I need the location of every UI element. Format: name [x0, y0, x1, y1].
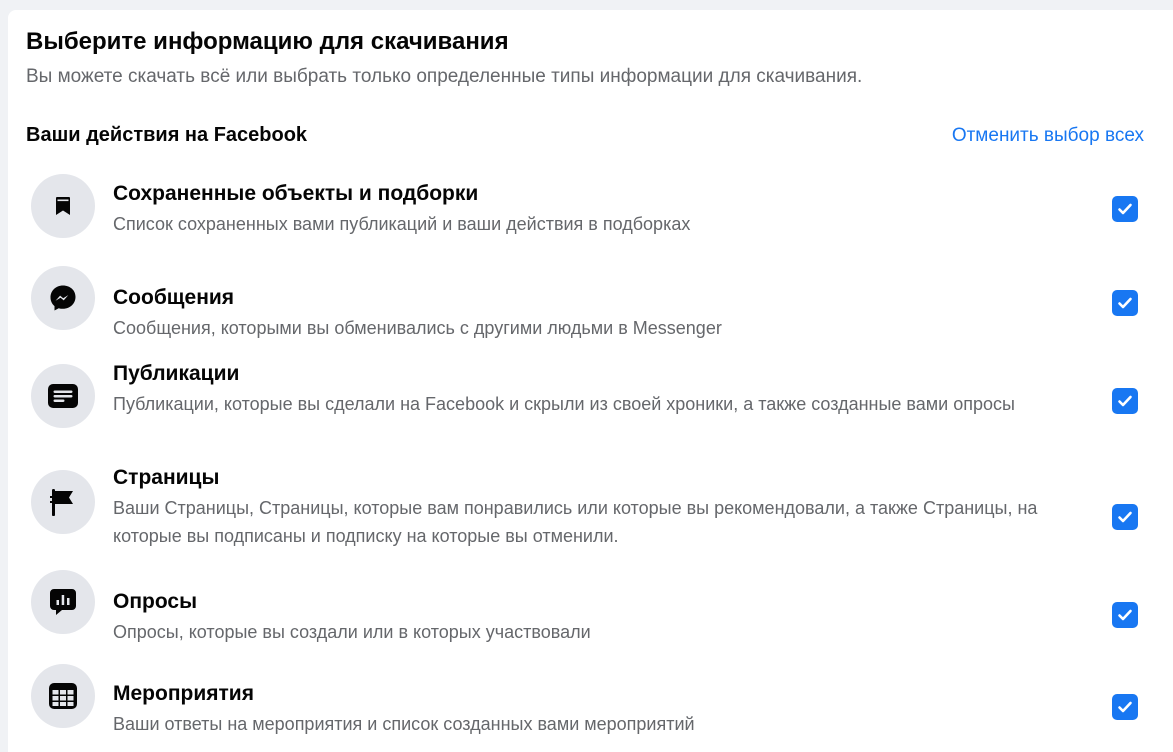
polls-checkbox[interactable] — [1112, 602, 1138, 628]
deselect-all-link[interactable]: Отменить выбор всех — [952, 125, 1144, 147]
messenger-icon — [31, 266, 95, 330]
list-item-messages: Сообщения Сообщения, которыми вы обменив… — [8, 264, 1173, 340]
flag-icon — [31, 470, 95, 534]
item-title: Сообщения — [113, 286, 235, 309]
checkmark-icon — [1118, 297, 1132, 309]
item-description: Список сохраненных вами публикаций и ваш… — [113, 214, 691, 234]
posts-checkbox[interactable] — [1112, 388, 1138, 414]
item-title: Страницы — [113, 466, 220, 489]
messages-checkbox[interactable] — [1112, 290, 1138, 316]
list-item-saved: Сохраненные объекты и подборки Список со… — [8, 170, 1173, 246]
checkmark-icon — [1118, 511, 1132, 523]
checkmark-icon — [1118, 609, 1132, 621]
item-description: Ваши ответы на мероприятия и список созд… — [113, 714, 695, 734]
list-item-polls: Опросы Опросы, которые вы создали или в … — [8, 570, 1173, 646]
item-title: Сохраненные объекты и подборки — [113, 182, 479, 205]
list-item-events: Мероприятия Ваши ответы на мероприятия и… — [8, 662, 1173, 738]
page-subtitle: Вы можете скачать всё или выбрать только… — [26, 66, 863, 87]
bookmark-icon — [31, 174, 95, 238]
post-icon — [31, 364, 95, 428]
item-description: Сообщения, которыми вы обменивались с др… — [113, 318, 722, 338]
item-title: Опросы — [113, 590, 198, 613]
checkmark-icon — [1118, 701, 1132, 713]
item-description: Публикации, которые вы сделали на Facebo… — [113, 394, 1015, 414]
download-info-card: Выберите информацию для скачивания Вы мо… — [8, 10, 1173, 752]
item-title: Мероприятия — [113, 682, 254, 705]
checkmark-icon — [1118, 203, 1132, 215]
section-title: Ваши действия на Facebook — [26, 124, 308, 146]
calendar-icon — [31, 664, 95, 728]
saved-checkbox[interactable] — [1112, 196, 1138, 222]
list-item-posts: Публикации Публикации, которые вы сделал… — [8, 356, 1173, 456]
events-checkbox[interactable] — [1112, 694, 1138, 720]
item-description: Опросы, которые вы создали или в которых… — [113, 622, 591, 642]
pages-checkbox[interactable] — [1112, 504, 1138, 530]
poll-icon — [31, 570, 95, 634]
item-title: Публикации — [113, 362, 240, 385]
page-title: Выберите информацию для скачивания — [26, 28, 509, 55]
item-description: Ваши Страницы, Страницы, которые вам пон… — [113, 498, 1038, 546]
list-item-pages: Страницы Ваши Страницы, Страницы, которы… — [8, 462, 1173, 562]
checkmark-icon — [1118, 395, 1132, 407]
